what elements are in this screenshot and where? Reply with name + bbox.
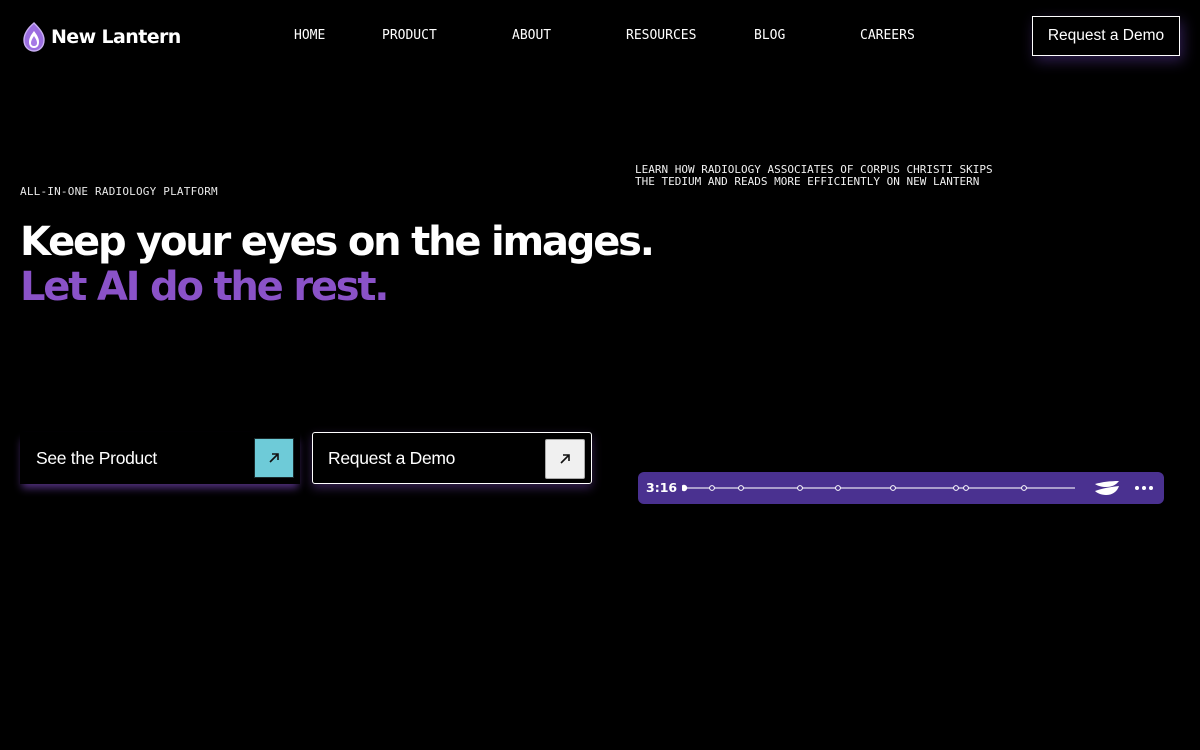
lantern-flame-icon bbox=[23, 22, 45, 52]
see-product-button[interactable]: See the Product bbox=[20, 432, 300, 484]
more-options-icon[interactable] bbox=[1132, 480, 1156, 496]
video-caption: LEARN HOW RADIOLOGY ASSOCIATES OF CORPUS… bbox=[635, 164, 1055, 188]
brand-logo[interactable]: New Lantern bbox=[22, 20, 181, 54]
nav-home[interactable]: HOME bbox=[294, 28, 325, 43]
request-demo-label: Request a Demo bbox=[328, 447, 456, 468]
header-request-demo-button[interactable]: Request a Demo bbox=[1032, 16, 1180, 56]
hero-eyebrow: ALL-IN-ONE RADIOLOGY PLATFORM bbox=[20, 185, 218, 198]
arrow-up-right-icon bbox=[254, 438, 294, 478]
request-demo-button[interactable]: Request a Demo bbox=[312, 432, 592, 484]
nav-product[interactable]: PRODUCT bbox=[382, 28, 437, 43]
video-playhead bbox=[682, 484, 688, 492]
brand-name: New Lantern bbox=[51, 26, 181, 48]
see-product-label: See the Product bbox=[36, 447, 157, 468]
video-duration: 3:16 bbox=[646, 480, 678, 495]
video-player-controls: 3:16 bbox=[638, 472, 1164, 504]
headline-line-1: Keep your eyes on the images. bbox=[20, 219, 655, 265]
arrow-up-right-icon bbox=[545, 439, 585, 479]
nav-about[interactable]: ABOUT bbox=[512, 28, 551, 43]
hero-headline: Keep your eyes on the images. Let AI do … bbox=[20, 219, 655, 310]
nav-blog[interactable]: BLOG bbox=[754, 28, 785, 43]
wistia-logo-icon[interactable] bbox=[1094, 480, 1120, 496]
nav-resources[interactable]: RESOURCES bbox=[626, 28, 696, 43]
video-caption-line-2: THE TEDIUM AND READS MORE EFFICIENTLY ON… bbox=[635, 175, 980, 188]
headline-line-2: Let AI do the rest. bbox=[20, 264, 390, 310]
video-progress-track[interactable] bbox=[682, 481, 1077, 495]
nav-careers[interactable]: CAREERS bbox=[860, 28, 915, 43]
